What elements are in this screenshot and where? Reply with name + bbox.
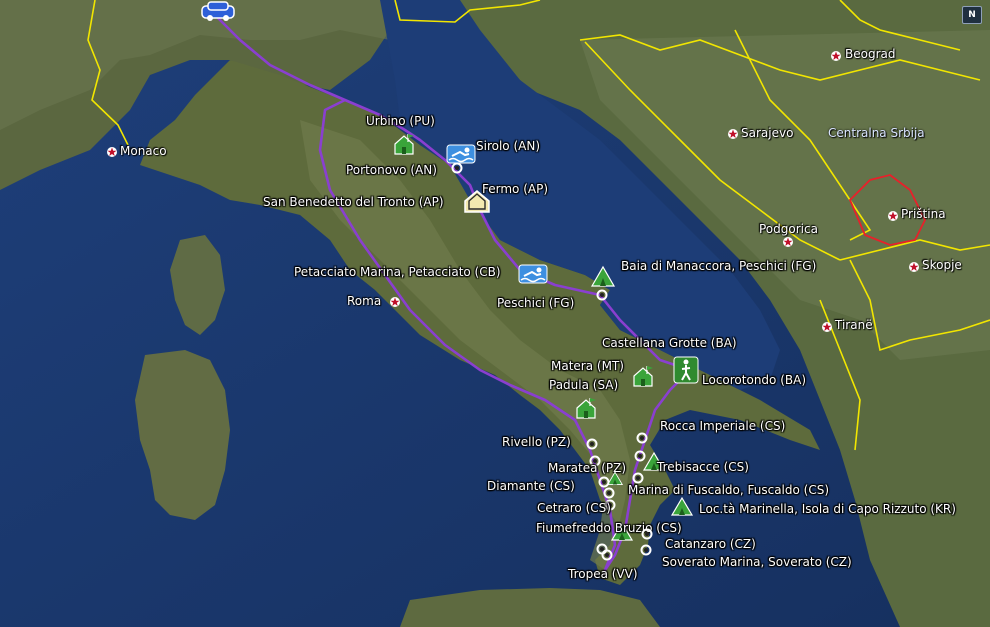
city-label-sarajevo: Sarajevo bbox=[741, 126, 794, 140]
north-indicator[interactable]: N bbox=[962, 6, 982, 24]
place-label-soverato: Soverato Marina, Soverato (CZ) bbox=[662, 555, 852, 569]
city-star-icon bbox=[822, 322, 832, 332]
waypoint-icon[interactable] bbox=[603, 487, 615, 499]
place-label-fermo: Fermo (AP) bbox=[482, 182, 549, 196]
waypoint-icon[interactable] bbox=[451, 162, 463, 174]
waypoint-icon[interactable] bbox=[601, 549, 613, 561]
car-icon[interactable] bbox=[200, 0, 236, 22]
place-label-portonovo: Portonovo (AN) bbox=[346, 163, 437, 177]
city-label-tirane: Tiranë bbox=[835, 318, 873, 332]
city-star-icon bbox=[783, 237, 793, 247]
waypoint-icon[interactable] bbox=[586, 438, 598, 450]
region-label-centralna-srbija: Centralna Srbija bbox=[828, 126, 925, 140]
place-label-peschici: Peschici (FG) bbox=[497, 296, 575, 310]
swimmer-icon[interactable] bbox=[446, 144, 476, 164]
place-label-tropea: Tropea (VV) bbox=[568, 567, 638, 581]
hiker-icon[interactable] bbox=[673, 356, 699, 384]
house-flag-icon[interactable] bbox=[574, 396, 598, 420]
place-label-capo-rizzuto: Loc.tà Marinella, Isola di Capo Rizzuto … bbox=[699, 502, 956, 516]
satellite-map-background bbox=[0, 0, 990, 627]
city-label-pristina: Priština bbox=[901, 207, 946, 221]
place-label-urbino: Urbino (PU) bbox=[366, 114, 435, 128]
swimmer-icon[interactable] bbox=[518, 264, 548, 284]
place-label-cetraro: Cetraro (CS) bbox=[537, 501, 611, 515]
place-label-diamante: Diamante (CS) bbox=[487, 479, 575, 493]
city-label-roma: Roma bbox=[347, 294, 382, 308]
city-star-icon bbox=[888, 211, 898, 221]
house-flag-icon[interactable] bbox=[392, 132, 416, 156]
map-view[interactable]: N Monaco Roma Beograd Sarajevo Podgorica… bbox=[0, 0, 990, 627]
city-label-podgorica: Podgorica bbox=[759, 222, 818, 236]
camping-tent-icon[interactable] bbox=[670, 495, 694, 517]
place-label-rivello: Rivello (PZ) bbox=[502, 435, 571, 449]
place-label-fuscaldo: Marina di Fuscaldo, Fuscaldo (CS) bbox=[628, 483, 830, 497]
place-label-san-benedetto: San Benedetto del Tronto (AP) bbox=[263, 195, 444, 209]
city-label-monaco: Monaco bbox=[120, 144, 167, 158]
place-label-matera: Matera (MT) bbox=[551, 359, 624, 373]
place-label-rocca-imperiale: Rocca Imperiale (CS) bbox=[660, 419, 786, 433]
place-label-sirolo: Sirolo (AN) bbox=[476, 139, 541, 153]
waypoint-icon[interactable] bbox=[636, 432, 648, 444]
place-label-petacciato: Petacciato Marina, Petacciato (CB) bbox=[294, 265, 501, 279]
place-label-trebisacce: Trebisacce (CS) bbox=[657, 460, 749, 474]
city-label-skopje: Skopje bbox=[922, 258, 962, 272]
waypoint-icon[interactable] bbox=[596, 289, 608, 301]
place-label-locorotondo: Locorotondo (BA) bbox=[702, 373, 806, 387]
city-star-icon bbox=[107, 147, 117, 157]
waypoint-icon[interactable] bbox=[640, 544, 652, 556]
waypoint-icon[interactable] bbox=[641, 528, 653, 540]
city-star-icon bbox=[390, 297, 400, 307]
city-label-beograd: Beograd bbox=[845, 47, 896, 61]
place-label-padula: Padula (SA) bbox=[549, 378, 619, 392]
place-label-fiumefreddo: Fiumefreddo Bruzio (CS) bbox=[536, 521, 682, 535]
house-flag-icon[interactable] bbox=[631, 364, 655, 388]
camping-tent-icon[interactable] bbox=[590, 264, 616, 288]
city-star-icon bbox=[909, 262, 919, 272]
city-star-icon bbox=[831, 51, 841, 61]
place-label-castellana: Castellana Grotte (BA) bbox=[602, 336, 737, 350]
place-label-baia-manaccora: Baia di Manaccora, Peschici (FG) bbox=[621, 259, 817, 273]
city-star-icon bbox=[728, 129, 738, 139]
place-label-catanzaro: Catanzaro (CZ) bbox=[665, 537, 756, 551]
